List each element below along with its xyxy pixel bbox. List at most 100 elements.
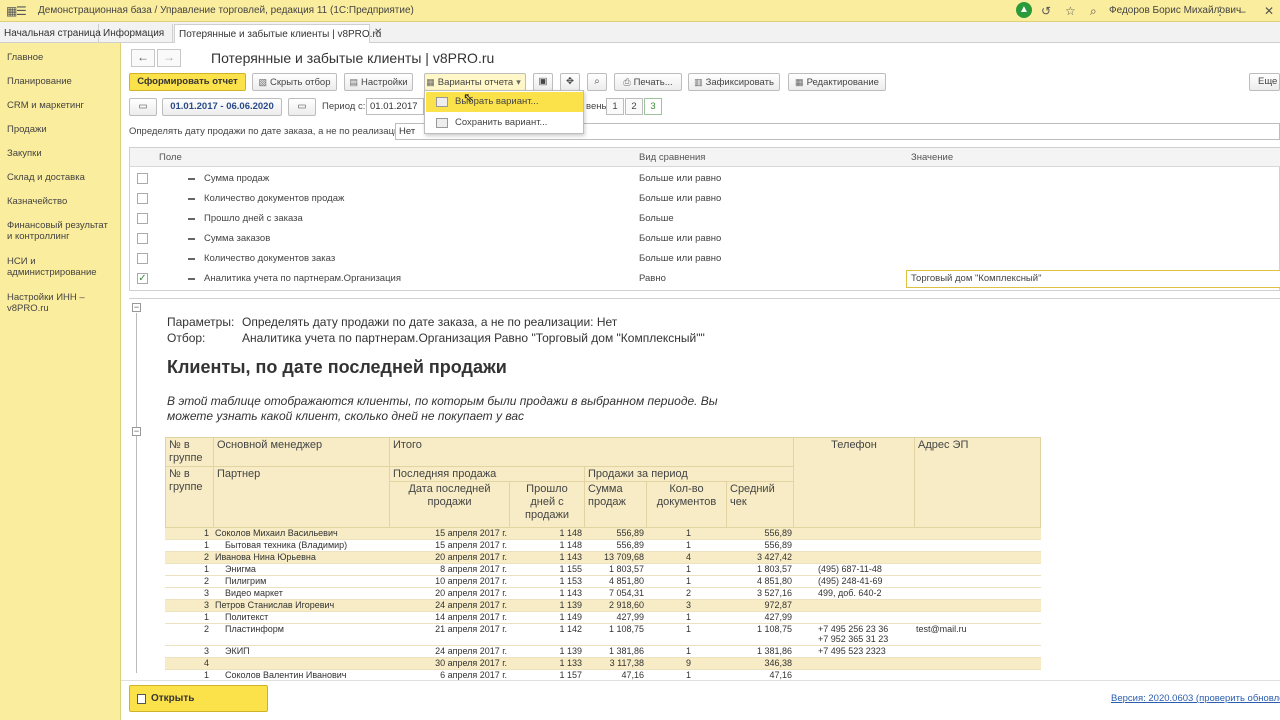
- filter-compare: Больше или равно: [639, 233, 722, 244]
- header-num1: № в группе: [165, 437, 214, 467]
- find-icon-button[interactable]: ⌕: [587, 73, 607, 91]
- notification-icon[interactable]: ▲: [1016, 2, 1032, 18]
- table-row[interactable]: 2 Пилигрим 10 апреля 2017 г. 1 153 4 851,80 1…: [165, 576, 1041, 588]
- sidebar-item-planning[interactable]: Планирование: [7, 76, 115, 87]
- table-row[interactable]: 1 Политекст 14 апреля 2017 г. 1 149 427,99 1 4…: [165, 612, 1041, 624]
- calendar-arrow-icon: ▭: [297, 101, 307, 112]
- more-button[interactable]: Еще: [1249, 73, 1280, 91]
- filter-row[interactable]: Количество документов продаж Больше или р…: [130, 189, 1280, 209]
- sidebar-item-crm[interactable]: CRM и маркетинг: [7, 100, 115, 111]
- row-docs: 3: [685, 600, 691, 610]
- fix-button[interactable]: ▥ Зафиксировать: [688, 73, 780, 91]
- tab-home[interactable]: Начальная страница: [0, 24, 101, 43]
- sidebar-item-finance[interactable]: Финансовый результат и контроллинг: [7, 220, 115, 242]
- edit-button[interactable]: ▦ Редактирование: [788, 73, 886, 91]
- version-link[interactable]: Версия: 2020.0603 (проверить обновлени: [1111, 693, 1280, 704]
- sidebar-item-sales[interactable]: Продажи: [7, 124, 115, 135]
- collapse-icon[interactable]: −: [132, 303, 141, 312]
- row-sum: 2 918,60: [608, 600, 644, 610]
- edit-label: Редактирование: [806, 77, 879, 88]
- row-sum: 7 054,31: [608, 588, 644, 598]
- level-3-button[interactable]: 3: [644, 98, 662, 115]
- period-from-field[interactable]: 01.01.2017: [366, 98, 424, 115]
- tab-info[interactable]: Информация: [99, 24, 173, 43]
- variants-icon: ▦: [426, 77, 435, 87]
- favorites-star-icon[interactable]: ☆: [1065, 3, 1076, 19]
- filter-row[interactable]: Сумма продаж Больше или равно: [130, 169, 1280, 189]
- collapse-icon[interactable]: −: [132, 427, 141, 436]
- sidebar-item-nsi[interactable]: НСИ и администрирование: [7, 256, 115, 278]
- level-2-button[interactable]: 2: [625, 98, 643, 115]
- save-icon-button[interactable]: ▣: [533, 73, 553, 91]
- table-row[interactable]: 3 Видео маркет 20 апреля 2017 г. 1 143 7 054…: [165, 588, 1041, 600]
- sidebar-item-treasury[interactable]: Казначейство: [7, 196, 115, 207]
- table-row[interactable]: 1 Бытовая техника (Владимир) 15 апреля 201…: [165, 540, 1041, 552]
- minimize-icon[interactable]: –: [1239, 3, 1246, 19]
- search-icon[interactable]: ⌕: [1090, 3, 1097, 19]
- title-bar: ▦ ☰ Демонстрационная база / Управление т…: [0, 0, 1280, 22]
- open-documentation-button[interactable]: Открыть документацию: [129, 685, 268, 720]
- row-sum: 427,99: [616, 612, 644, 622]
- table-row[interactable]: 3 ЭКИП 24 апреля 2017 г. 1 139 1 381,86 1 1 38…: [165, 646, 1041, 658]
- sidebar-item-main[interactable]: Главное: [7, 52, 115, 63]
- period-from-label: Период с:: [322, 101, 366, 112]
- report-variants-button[interactable]: ▦ Варианты отчета ▾: [424, 73, 526, 91]
- filter-row[interactable]: Прошло дней с заказа Больше: [130, 209, 1280, 229]
- history-icon[interactable]: ↺: [1041, 3, 1051, 19]
- row-avg: 556,89: [764, 540, 792, 550]
- move-icon-button[interactable]: ✥: [560, 73, 580, 91]
- row-phone: (495) 687-11-48: [818, 564, 882, 574]
- filter-checkbox[interactable]: [137, 213, 148, 224]
- table-row[interactable]: 4 30 апреля 2017 г. 1 133 3 117,38 9 346,38: [165, 658, 1041, 670]
- filter-row[interactable]: Количество документов заказ Больше или ра…: [130, 249, 1280, 269]
- filter-checkbox[interactable]: [137, 233, 148, 244]
- filter-label: Отбор:: [167, 331, 206, 345]
- more-icon[interactable]: ⋮: [1214, 3, 1226, 19]
- menu-icon[interactable]: ☰: [16, 3, 27, 19]
- forward-button[interactable]: →: [157, 49, 181, 67]
- filter-compare: Больше или равно: [639, 173, 722, 184]
- filter-checkbox[interactable]: [137, 253, 148, 264]
- fix-label: Зафиксировать: [705, 77, 774, 88]
- tab-close-icon[interactable]: ✕: [374, 25, 382, 41]
- back-button[interactable]: ←: [131, 49, 155, 67]
- table-row[interactable]: 2 Иванова Нина Юрьевна 20 апреля 2017 г. 1 …: [165, 552, 1041, 564]
- level-1-button[interactable]: 1: [606, 98, 624, 115]
- table-row[interactable]: 2 Пластинформ 21 апреля 2017 г. 1 142 1 108,…: [165, 624, 1041, 646]
- table-row[interactable]: 1 Энигма 8 апреля 2017 г. 1 155 1 803,57 1 1 8…: [165, 564, 1041, 576]
- settings-button[interactable]: ▤ Настройки: [344, 73, 413, 91]
- tab-lost-clients[interactable]: Потерянные и забытые клиенты | v8PRO.ru: [174, 24, 381, 43]
- print-button[interactable]: ⎙ Печать...: [614, 73, 682, 91]
- col-compare: Вид сравнения: [639, 152, 706, 163]
- choose-variant-item[interactable]: Выбрать вариант...: [426, 92, 583, 112]
- table-row[interactable]: 3 Петров Станислав Игоревич 24 апреля 2017…: [165, 600, 1041, 612]
- filter-checkbox[interactable]: [137, 193, 148, 204]
- hide-filter-button[interactable]: ▧ Скрыть отбор: [252, 73, 337, 91]
- table-row[interactable]: 1 Соколов Михаил Васильевич 15 апреля 2017…: [165, 528, 1041, 540]
- period-picker-icon-button[interactable]: ▭: [129, 98, 157, 116]
- row-avg: 1 381,86: [756, 646, 792, 656]
- row-docs: 2: [685, 588, 691, 598]
- save-variant-item[interactable]: Сохранить вариант...: [426, 113, 583, 133]
- generate-report-button[interactable]: Сформировать отчет: [129, 73, 246, 91]
- table-row[interactable]: 1 Соколов Валентин Иванович 6 апреля 2017 …: [165, 670, 1041, 680]
- filter-field: Аналитика учета по партнерам.Организация: [204, 273, 401, 284]
- document-icon: [137, 694, 146, 704]
- filter-grid-header: Поле Вид сравнения Значение: [130, 148, 1280, 167]
- period-next-icon-button[interactable]: ▭: [288, 98, 316, 116]
- sidebar-item-inn-settings[interactable]: Настройки ИНН – v8PRO.ru: [7, 292, 115, 314]
- row-date: 14 апреля 2017 г.: [435, 612, 507, 622]
- period-button[interactable]: 01.01.2017 - 06.06.2020: [162, 98, 282, 116]
- filter-checkbox[interactable]: [137, 173, 148, 184]
- row-name: Петров Станислав Игоревич: [215, 600, 335, 610]
- sidebar-item-warehouse[interactable]: Склад и доставка: [7, 172, 115, 183]
- close-icon[interactable]: ✕: [1264, 3, 1274, 19]
- filter-checkbox-checked[interactable]: ✓: [137, 273, 148, 284]
- row-num: 1: [203, 528, 209, 538]
- filter-row[interactable]: ✓ Аналитика учета по партнерам.Организаци…: [130, 269, 1280, 289]
- dash-icon: [188, 178, 195, 180]
- row-docs: 9: [685, 658, 691, 668]
- sidebar-item-purchases[interactable]: Закупки: [7, 148, 115, 159]
- filter-row[interactable]: Сумма заказов Больше или равно: [130, 229, 1280, 249]
- filter-value-field[interactable]: Торговый дом "Комплексный": [906, 270, 1280, 288]
